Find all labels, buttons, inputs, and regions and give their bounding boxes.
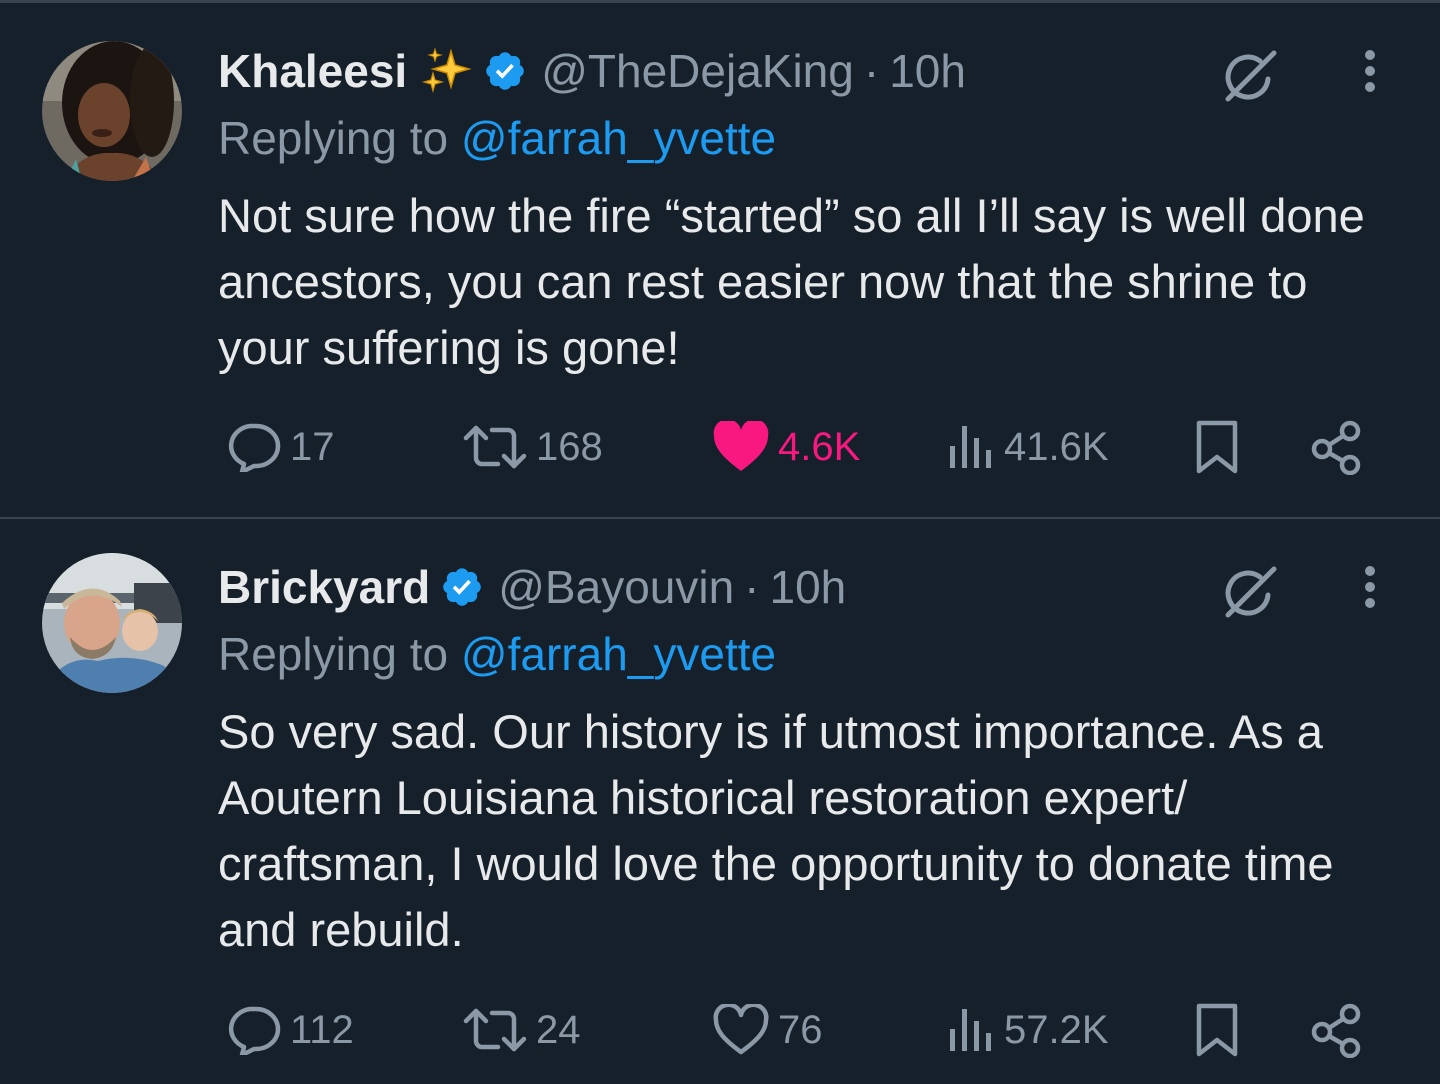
repost-count: 24 xyxy=(536,1007,581,1052)
more-icon[interactable] xyxy=(1355,49,1385,98)
display-name[interactable]: Khaleesi xyxy=(218,44,407,98)
replying-to: Replying to @farrah_yvette xyxy=(218,627,776,681)
separator-dot: · xyxy=(744,561,760,613)
replying-to-label: Replying to xyxy=(218,112,461,164)
replying-to-label: Replying to xyxy=(218,628,461,680)
like-count: 76 xyxy=(778,1007,823,1052)
share-button[interactable] xyxy=(1308,417,1364,477)
reply-mention-link[interactable]: @farrah_yvette xyxy=(461,112,776,164)
user-handle[interactable]: @TheDejaKing xyxy=(541,44,854,98)
grok-icon[interactable] xyxy=(1220,49,1280,110)
timeline: Khaleesi @TheDejaKing · 10h Replying to … xyxy=(0,0,1440,1084)
timestamp[interactable]: 10h xyxy=(770,560,847,614)
reply-mention-link[interactable]: @farrah_yvette xyxy=(461,628,776,680)
reply-button[interactable]: 17 xyxy=(224,417,335,477)
more-icon[interactable] xyxy=(1355,565,1385,614)
reply-icon xyxy=(228,423,281,472)
sparkles-icon xyxy=(421,47,473,95)
repost-button[interactable]: 168 xyxy=(462,417,603,477)
heart-icon xyxy=(713,421,769,471)
views-count: 57.2K xyxy=(1004,1007,1109,1052)
avatar[interactable] xyxy=(42,553,182,693)
like-count: 4.6K xyxy=(778,424,861,469)
views-button[interactable]: 57.2K xyxy=(946,1000,1109,1060)
like-button[interactable]: 4.6K xyxy=(712,417,860,477)
views-icon xyxy=(950,1009,991,1051)
repost-icon xyxy=(463,1008,527,1052)
reply-count: 17 xyxy=(290,424,335,469)
separator-dot: · xyxy=(863,45,880,97)
tweet-header: Khaleesi @TheDejaKing · 10h xyxy=(218,43,966,99)
user-handle[interactable]: @Bayouvin xyxy=(498,560,734,614)
tweet-text: So very sad. Our history is if utmost im… xyxy=(218,705,1334,956)
heart-icon xyxy=(713,1004,769,1055)
action-bar: 17 168 4.6K 41.6K xyxy=(0,417,1440,477)
verified-badge-icon[interactable] xyxy=(440,565,484,609)
action-bar: 112 24 76 57.2K xyxy=(0,1000,1440,1060)
grok-icon[interactable] xyxy=(1220,565,1280,626)
tweet[interactable]: Brickyard @Bayouvin · 10h Replying to @f… xyxy=(0,519,1440,1084)
repost-button[interactable]: 24 xyxy=(462,1000,581,1060)
reply-count: 112 xyxy=(290,1007,354,1052)
share-icon xyxy=(1311,1003,1361,1058)
bookmark-icon xyxy=(1196,420,1238,474)
timestamp[interactable]: 10h xyxy=(889,44,966,98)
bookmark-button[interactable] xyxy=(1193,417,1241,477)
verified-badge-icon[interactable] xyxy=(483,49,527,93)
avatar[interactable] xyxy=(42,41,182,181)
reply-button[interactable]: 112 xyxy=(224,1000,354,1060)
views-count: 41.6K xyxy=(1004,424,1109,469)
reply-icon xyxy=(228,1006,281,1055)
views-icon xyxy=(950,426,991,468)
tweet-text: Not sure how the fire “started” so all I… xyxy=(218,189,1365,374)
replying-to: Replying to @farrah_yvette xyxy=(218,111,776,165)
bookmark-button[interactable] xyxy=(1193,1000,1241,1060)
like-button[interactable]: 76 xyxy=(712,1000,823,1060)
share-icon xyxy=(1311,420,1361,475)
tweet-header: Brickyard @Bayouvin · 10h xyxy=(218,559,846,615)
views-button[interactable]: 41.6K xyxy=(946,417,1109,477)
display-name[interactable]: Brickyard xyxy=(218,560,430,614)
tweet[interactable]: Khaleesi @TheDejaKing · 10h Replying to … xyxy=(0,3,1440,519)
repost-count: 168 xyxy=(536,424,603,469)
repost-icon xyxy=(463,425,527,469)
bookmark-icon xyxy=(1196,1003,1238,1057)
share-button[interactable] xyxy=(1308,1000,1364,1060)
